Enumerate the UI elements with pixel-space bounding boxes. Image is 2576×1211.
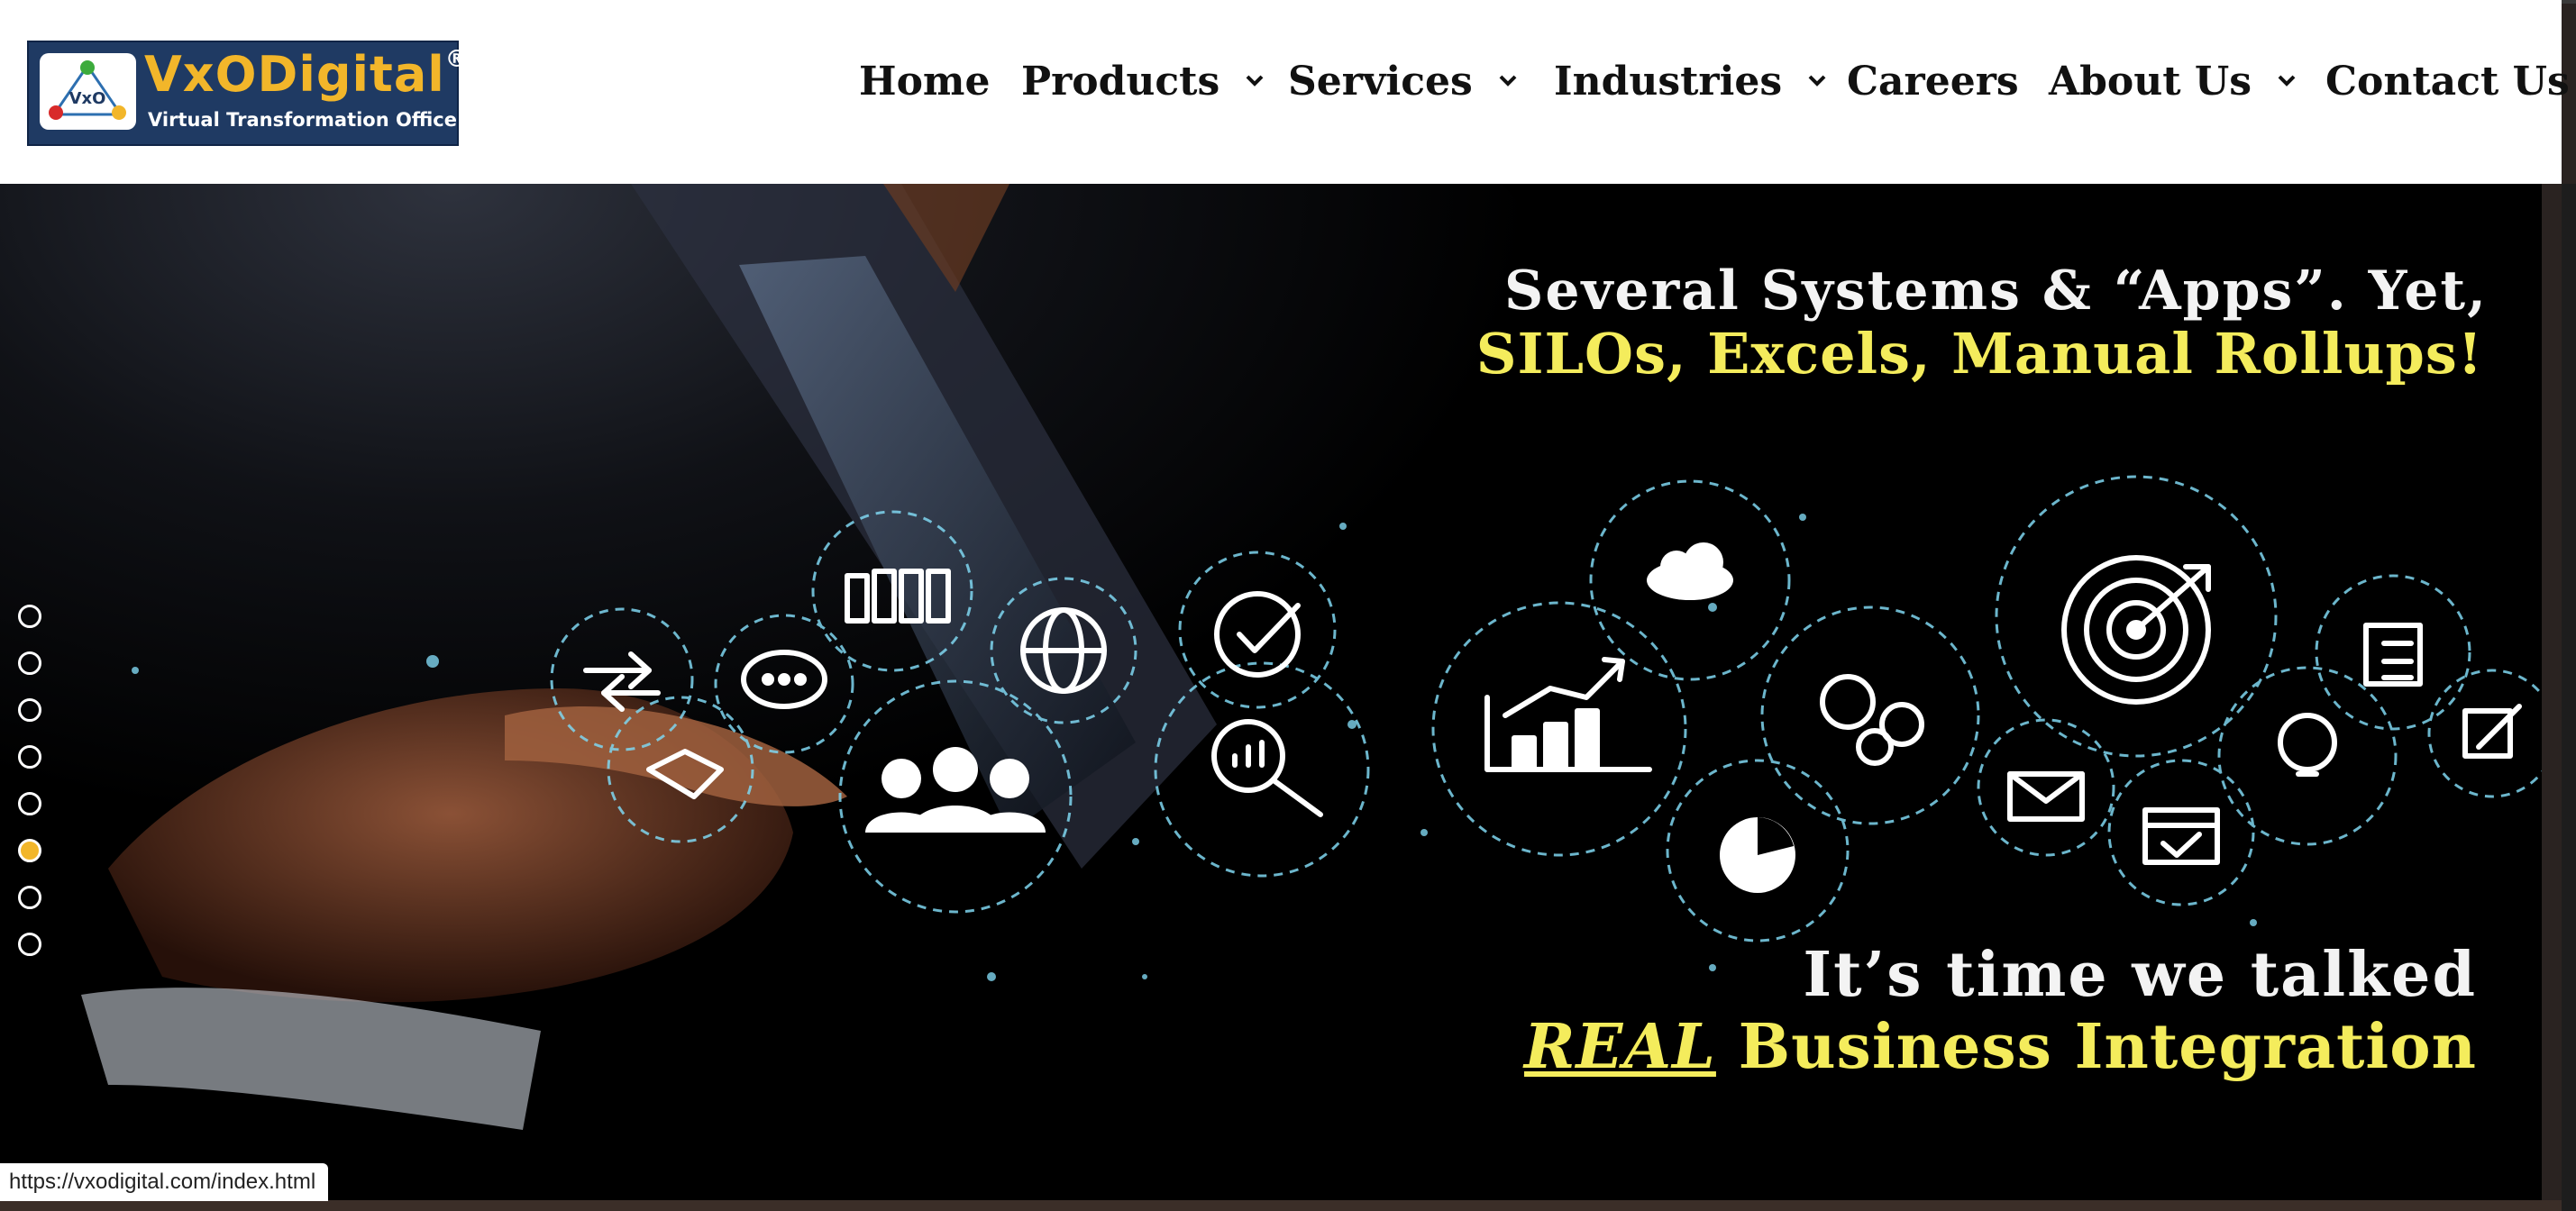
carousel-dot-3[interactable] [18, 698, 41, 722]
hero-headline-line2: SILOs, Excels, Manual Rollups! [1475, 321, 2483, 387]
chevron-down-icon [1246, 75, 1264, 86]
browser-status-url: https://vxodigital.com/index.html [0, 1163, 329, 1201]
main-nav: Home Products Services Industries Career… [0, 50, 2570, 114]
site-header: VxO VxODigital® Virtual Transformation O… [0, 0, 2570, 184]
chevron-down-icon [1808, 75, 1826, 86]
nav-home[interactable]: Home [859, 50, 990, 114]
carousel-dot-7[interactable] [18, 886, 41, 909]
carousel-dot-2[interactable] [18, 651, 41, 675]
hero-integration-text: Business Integration [1738, 1011, 2477, 1083]
nav-careers[interactable]: Careers [1847, 50, 2019, 114]
hero-headline-line4: REAL Business Integration [1524, 1011, 2477, 1083]
carousel-dot-1[interactable] [18, 605, 41, 628]
nav-products[interactable]: Products [1021, 50, 1265, 114]
next-section-preview [0, 1200, 2562, 1211]
nav-industries[interactable]: Industries [1554, 50, 1827, 114]
carousel-dot-6-active[interactable] [18, 839, 41, 862]
nav-services[interactable]: Services [1288, 50, 1518, 114]
hero-banner: Several Systems & “Apps”. Yet, SILOs, Ex… [0, 184, 2542, 1200]
target-icon [2061, 555, 2211, 705]
hero-headline-line1: Several Systems & “Apps”. Yet, [1504, 260, 2488, 323]
page-edge [2562, 184, 2576, 1211]
carousel-dot-5[interactable] [18, 792, 41, 815]
carousel-dot-8[interactable] [18, 933, 41, 956]
nav-contact-us[interactable]: Contact Us [2325, 50, 2570, 114]
hero-headline-line3: It’s time we talked [1803, 939, 2477, 1011]
carousel-dot-4[interactable] [18, 745, 41, 769]
nav-about-us[interactable]: About Us [2049, 50, 2297, 114]
hero-emphasis-real: REAL [1524, 1011, 1716, 1083]
chevron-down-icon [1499, 75, 1517, 86]
chevron-down-icon [2278, 75, 2296, 86]
pie-chart-icon [1720, 817, 1795, 893]
